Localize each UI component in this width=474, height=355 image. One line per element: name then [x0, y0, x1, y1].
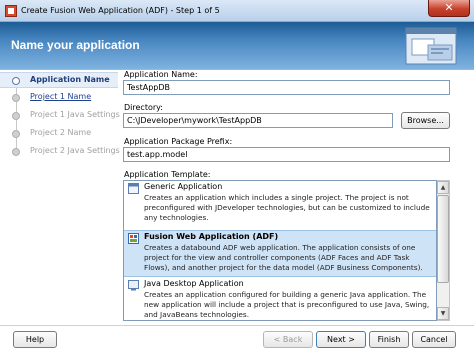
template-label: Application Template:: [124, 170, 211, 179]
wizard-graphic-icon: [405, 27, 457, 65]
template-description: Creates an application which includes a …: [144, 193, 430, 222]
app-name-label: Application Name:: [124, 70, 198, 79]
step-application-name[interactable]: Application Name: [0, 72, 118, 88]
app-icon: [5, 5, 17, 17]
application-icon: [128, 183, 139, 194]
window-titlebar: Create Fusion Web Application (ADF) - St…: [0, 0, 474, 22]
template-list-scrollbar[interactable]: ▲ ▼: [437, 180, 450, 321]
template-description: Creates an application configured for bu…: [144, 290, 430, 319]
wizard-steps-nav: Application Name Project 1 Name Project …: [0, 70, 120, 320]
directory-field[interactable]: C:\JDeveloper\mywork\TestAppDB: [123, 113, 393, 128]
directory-label: Directory:: [124, 103, 163, 112]
page-title: Name your application: [11, 38, 140, 52]
template-java-desktop-application[interactable]: Java Desktop Application Creates an appl…: [124, 278, 436, 320]
fusion-app-icon: [128, 233, 139, 244]
template-generic-application[interactable]: Generic Application Creates an applicati…: [124, 181, 436, 231]
step-marker-icon: [12, 77, 20, 85]
package-prefix-label: Application Package Prefix:: [124, 137, 233, 146]
template-name: Java Desktop Application: [144, 279, 244, 288]
footer-divider: [0, 325, 474, 326]
scroll-up-icon[interactable]: ▲: [437, 181, 449, 194]
app-name-field[interactable]: TestAppDB: [123, 80, 450, 95]
package-prefix-field[interactable]: test.app.model: [123, 147, 450, 162]
step-project-1-java-settings: Project 1 Java Settings: [0, 108, 120, 124]
template-list[interactable]: Generic Application Creates an applicati…: [123, 180, 437, 321]
scroll-thumb[interactable]: [437, 195, 449, 283]
window-title: Create Fusion Web Application (ADF) - St…: [21, 6, 220, 15]
back-button: < Back: [263, 331, 313, 348]
finish-button[interactable]: Finish: [369, 331, 409, 348]
next-button[interactable]: Next >: [316, 331, 366, 348]
step-marker-icon: [12, 148, 20, 156]
template-name: Fusion Web Application (ADF): [144, 232, 279, 241]
scroll-down-icon[interactable]: ▼: [437, 307, 449, 320]
step-label: Project 1 Name: [30, 92, 92, 101]
help-button[interactable]: Help: [13, 331, 57, 348]
step-label: Project 1 Java Settings: [30, 110, 120, 119]
step-label: Project 2 Name: [30, 128, 92, 137]
close-button[interactable]: ✕: [428, 0, 470, 17]
template-description: Creates a databound ADF web application.…: [144, 243, 423, 272]
browse-button[interactable]: Browse...: [401, 112, 450, 129]
desktop-app-icon: [128, 280, 139, 291]
step-marker-icon: [12, 112, 20, 120]
cancel-button[interactable]: Cancel: [412, 331, 456, 348]
step-marker-icon: [12, 94, 20, 102]
step-label: Project 2 Java Settings: [30, 146, 120, 155]
step-label: Application Name: [30, 75, 110, 84]
step-project-2-name: Project 2 Name: [0, 126, 118, 142]
step-project-1-name[interactable]: Project 1 Name: [0, 90, 118, 106]
template-name: Generic Application: [144, 182, 223, 191]
template-fusion-web-application[interactable]: Fusion Web Application (ADF) Creates a d…: [124, 230, 436, 277]
step-marker-icon: [12, 130, 20, 138]
step-project-2-java-settings: Project 2 Java Settings: [0, 144, 120, 160]
wizard-header: Name your application: [0, 22, 474, 70]
